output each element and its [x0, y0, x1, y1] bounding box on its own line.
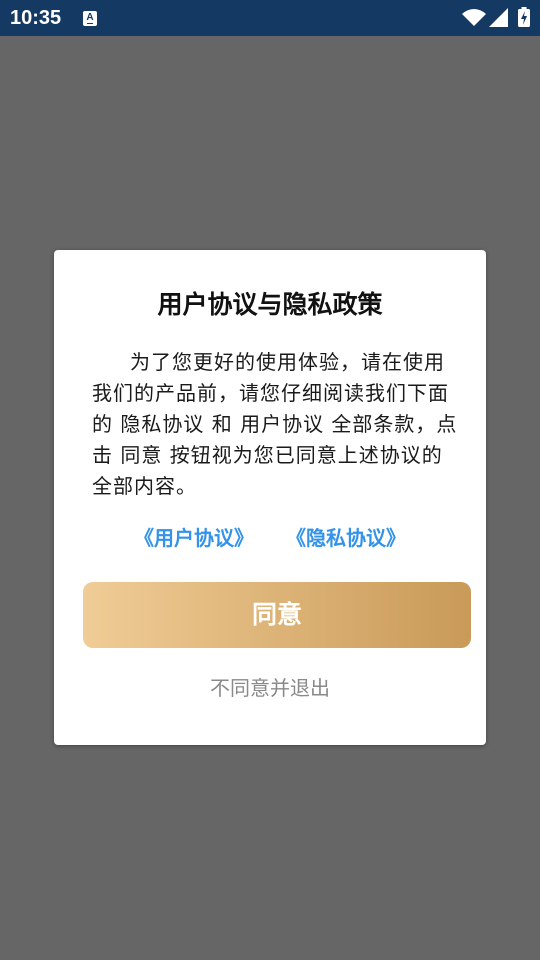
notification-a-icon: A — [83, 11, 97, 26]
notification-a-glyph: A — [86, 12, 94, 23]
agreement-dialog: 用户协议与隐私政策 为了您更好的使用体验，请在使用 我们的产品前，请您仔细阅读我… — [54, 250, 486, 745]
wifi-icon — [462, 9, 486, 26]
battery-charging-icon — [518, 7, 530, 27]
dialog-title: 用户协议与隐私政策 — [157, 290, 383, 319]
body-line: 我们的产品前，请您仔细阅读我们下面 — [92, 381, 449, 405]
agreement-links-row: 《用户协议》 《隐私协议》 — [54, 523, 486, 553]
body-line: 全部内容。 — [92, 474, 197, 498]
user-agreement-link[interactable]: 《用户协议》 — [134, 523, 254, 553]
status-bar: 10:35 A — [0, 0, 540, 36]
screen-overlay: 10:35 A 用户协议与隐私政策 为了您更好的使用体验，请在使用 我们的产品前… — [0, 0, 540, 960]
privacy-agreement-link[interactable]: 《隐私协议》 — [286, 523, 406, 553]
body-line: 击 同意 按钮视为您已同意上述协议的 — [92, 443, 443, 467]
body-line: 为了您更好的使用体验，请在使用 — [130, 350, 445, 374]
cellular-signal-icon — [489, 8, 508, 27]
dialog-body-text: 为了您更好的使用体验，请在使用 我们的产品前，请您仔细阅读我们下面 的 隐私协议… — [92, 347, 462, 502]
body-line: 的 隐私协议 和 用户协议 全部条款，点 — [92, 412, 458, 436]
status-time: 10:35 — [10, 7, 62, 29]
agree-button[interactable]: 同意 — [83, 582, 471, 648]
disagree-exit-link[interactable]: 不同意并退出 — [54, 674, 486, 702]
